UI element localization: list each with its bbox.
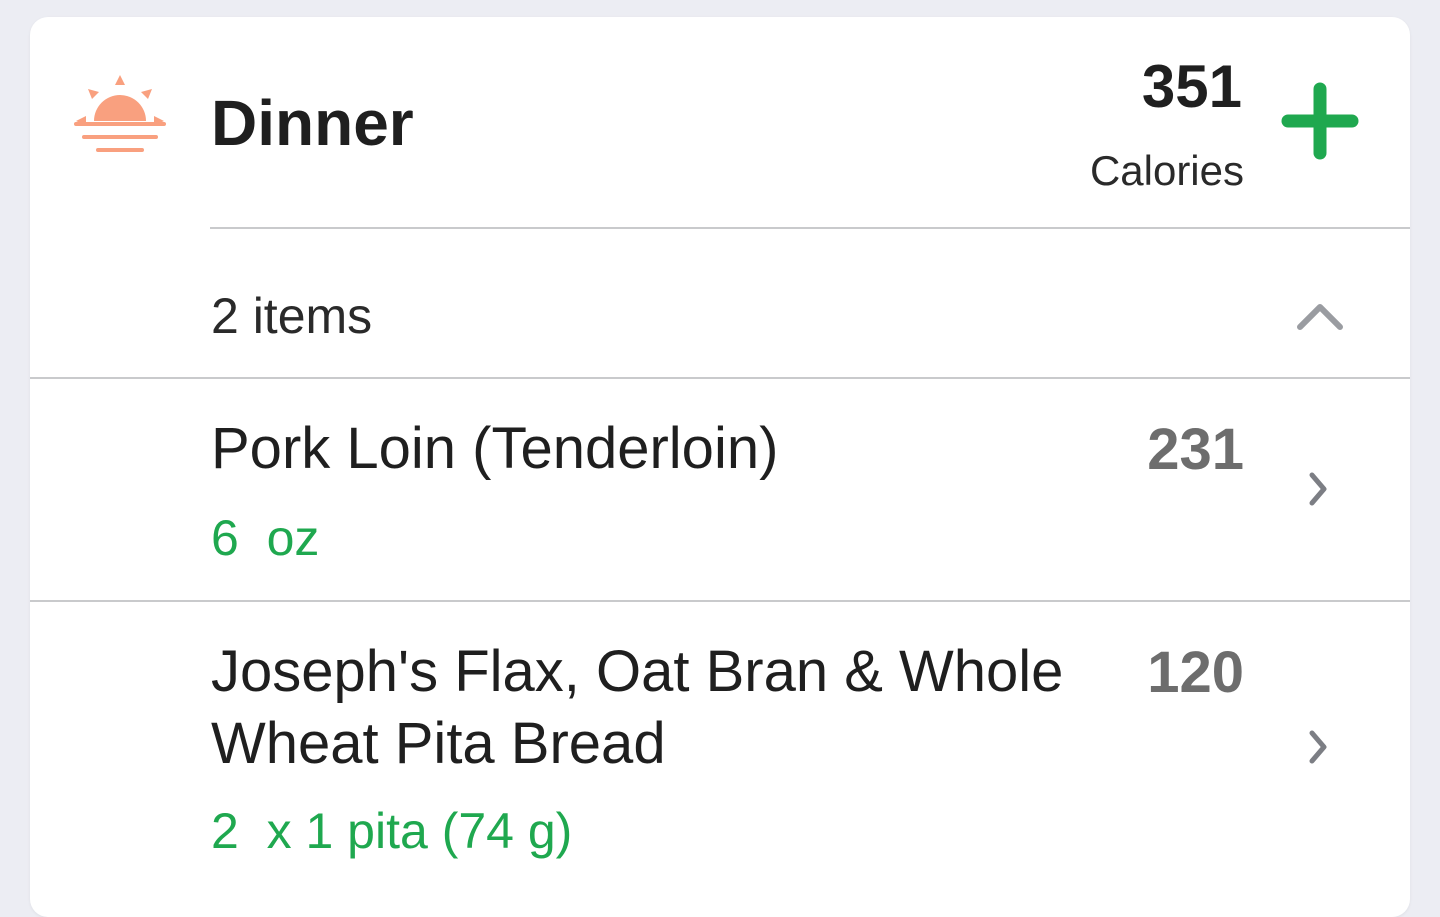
food-row[interactable]: Pork Loin (Tenderloin) 231 6 oz	[30, 379, 1410, 599]
food-row[interactable]: Joseph's Flax, Oat Bran & Whole Wheat Pi…	[30, 602, 1410, 902]
food-name: Pork Loin (Tenderloin)	[211, 416, 779, 481]
food-name: Joseph's Flax, Oat Bran & Whole Wheat Pi…	[211, 639, 1064, 776]
items-toggle-row[interactable]: 2 items	[30, 229, 1410, 377]
food-serving: 2 x 1 pita (74 g)	[211, 803, 573, 859]
food-calories: 231	[1147, 417, 1244, 482]
meal-title: Dinner	[211, 87, 414, 159]
calories-label: Calories	[1089, 147, 1244, 194]
food-serving: 6 oz	[211, 510, 320, 566]
chevron-right-icon[interactable]	[1306, 727, 1330, 767]
items-count: 2 items	[211, 288, 373, 344]
chevron-right-icon[interactable]	[1306, 469, 1330, 509]
total-calories: 351	[1141, 53, 1242, 120]
plus-icon[interactable]	[1280, 81, 1360, 161]
sunset-icon	[74, 75, 166, 152]
food-calories: 120	[1147, 640, 1244, 705]
chevron-up-icon[interactable]	[1294, 299, 1346, 333]
meal-card: Dinner 351 Calories 2 items Pork Loin (T…	[30, 17, 1410, 917]
